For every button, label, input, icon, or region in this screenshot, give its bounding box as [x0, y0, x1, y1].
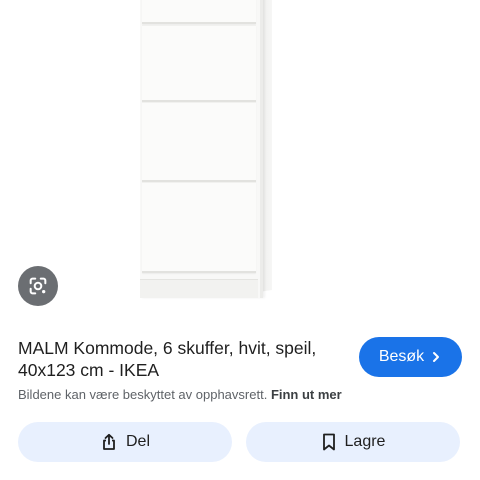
dresser-illustration	[140, 0, 263, 298]
save-button[interactable]: Lagre	[246, 422, 460, 462]
drawer	[142, 25, 256, 102]
drawer	[142, 182, 256, 273]
image-result-panel: MALM Kommode, 6 skuffer, hvit, speil, 40…	[0, 0, 480, 480]
share-button-label: Del	[125, 433, 150, 450]
lens-search-button[interactable]	[18, 266, 58, 306]
visit-button-label: Besøk	[378, 348, 425, 365]
drawer	[142, 0, 256, 24]
save-button-label: Lagre	[344, 433, 386, 450]
visit-button[interactable]: Besøk	[359, 337, 462, 377]
share-icon	[100, 433, 118, 451]
product-image[interactable]	[0, 0, 480, 315]
share-button[interactable]: Del	[18, 422, 232, 462]
result-title[interactable]: MALM Kommode, 6 skuffer, hvit, speil, 40…	[18, 337, 348, 381]
bookmark-icon	[321, 433, 337, 451]
copyright-notice: Bildene kan være beskyttet av opphavsret…	[18, 387, 342, 403]
copyright-text: Bildene kan være beskyttet av opphavsret…	[18, 387, 268, 402]
dresser-base	[140, 279, 258, 298]
learn-more-link[interactable]: Finn ut mer	[271, 387, 342, 402]
drawer	[142, 102, 256, 182]
chevron-right-icon	[430, 351, 442, 363]
google-lens-icon	[27, 275, 49, 297]
